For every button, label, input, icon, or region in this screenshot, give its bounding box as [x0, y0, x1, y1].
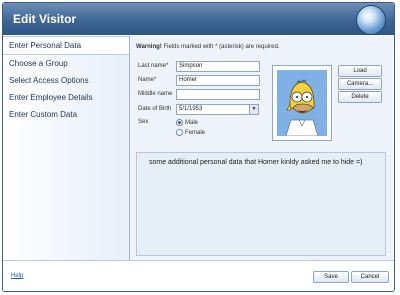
sidebar-item-personal-data[interactable]: Enter Personal Data: [3, 36, 129, 55]
homer-portrait-icon: [277, 70, 327, 136]
dropdown-arrow-icon[interactable]: ▼: [249, 105, 258, 114]
name-label: Name*: [138, 77, 157, 83]
photo-frame: [272, 65, 332, 141]
window-orb-icon: [356, 5, 386, 35]
cancel-button[interactable]: Cancel: [351, 271, 389, 283]
delete-photo-button[interactable]: Delete: [338, 91, 382, 103]
middle-name-input[interactable]: [176, 89, 260, 100]
window-title: Edit Visitor: [13, 12, 77, 26]
notes-text: some additional personal data that Homer…: [149, 159, 363, 166]
dob-picker[interactable]: 5/1/1953 ▼: [176, 104, 259, 115]
middle-name-label: Middle name: [138, 91, 173, 97]
camera-button[interactable]: Camera...: [338, 78, 382, 90]
name-input[interactable]: Homer: [176, 75, 260, 86]
edit-visitor-window: Edit Visitor Enter Personal Data Choose …: [2, 2, 395, 292]
title-bar: Edit Visitor: [3, 3, 394, 35]
radio-selected-icon: [176, 119, 183, 126]
warning-prefix: Warning!: [136, 44, 162, 50]
sidebar-item-employee-details[interactable]: Enter Employee Details: [3, 89, 129, 106]
sex-female-label: Female: [185, 130, 206, 137]
radio-unselected-icon: [176, 129, 183, 136]
dob-label: Date of Birth: [138, 106, 172, 112]
sex-male-radio[interactable]: Male: [176, 119, 198, 126]
sex-male-label: Male: [185, 120, 199, 127]
visitor-photo: [277, 70, 327, 136]
load-photo-button[interactable]: Load: [338, 65, 382, 77]
additional-notes-area[interactable]: some additional personal data that Homer…: [136, 152, 386, 256]
dob-value: 5/1/1953: [179, 106, 203, 112]
help-link[interactable]: Help: [11, 273, 23, 279]
sidebar-item-custom-data[interactable]: Enter Custom Data: [3, 106, 129, 123]
last-name-input[interactable]: Simpson: [176, 61, 260, 72]
sex-female-radio[interactable]: Female: [176, 129, 205, 136]
sex-label: Sex: [138, 119, 149, 125]
last-name-label: Last name*: [138, 63, 169, 69]
footer-bar: Help Save Cancel: [3, 260, 394, 291]
sidebar-item-access-options[interactable]: Select Access Options: [3, 72, 129, 89]
sidebar-item-choose-group[interactable]: Choose a Group: [3, 55, 129, 72]
warning-text: Fields marked with * (asterisk) are requ…: [163, 44, 280, 50]
save-button[interactable]: Save: [313, 271, 349, 283]
required-fields-warning: Warning! Fields marked with * (asterisk)…: [136, 44, 280, 50]
personal-data-panel: Warning! Fields marked with * (asterisk)…: [130, 36, 393, 260]
wizard-sidebar: Enter Personal Data Choose a Group Selec…: [3, 36, 130, 260]
